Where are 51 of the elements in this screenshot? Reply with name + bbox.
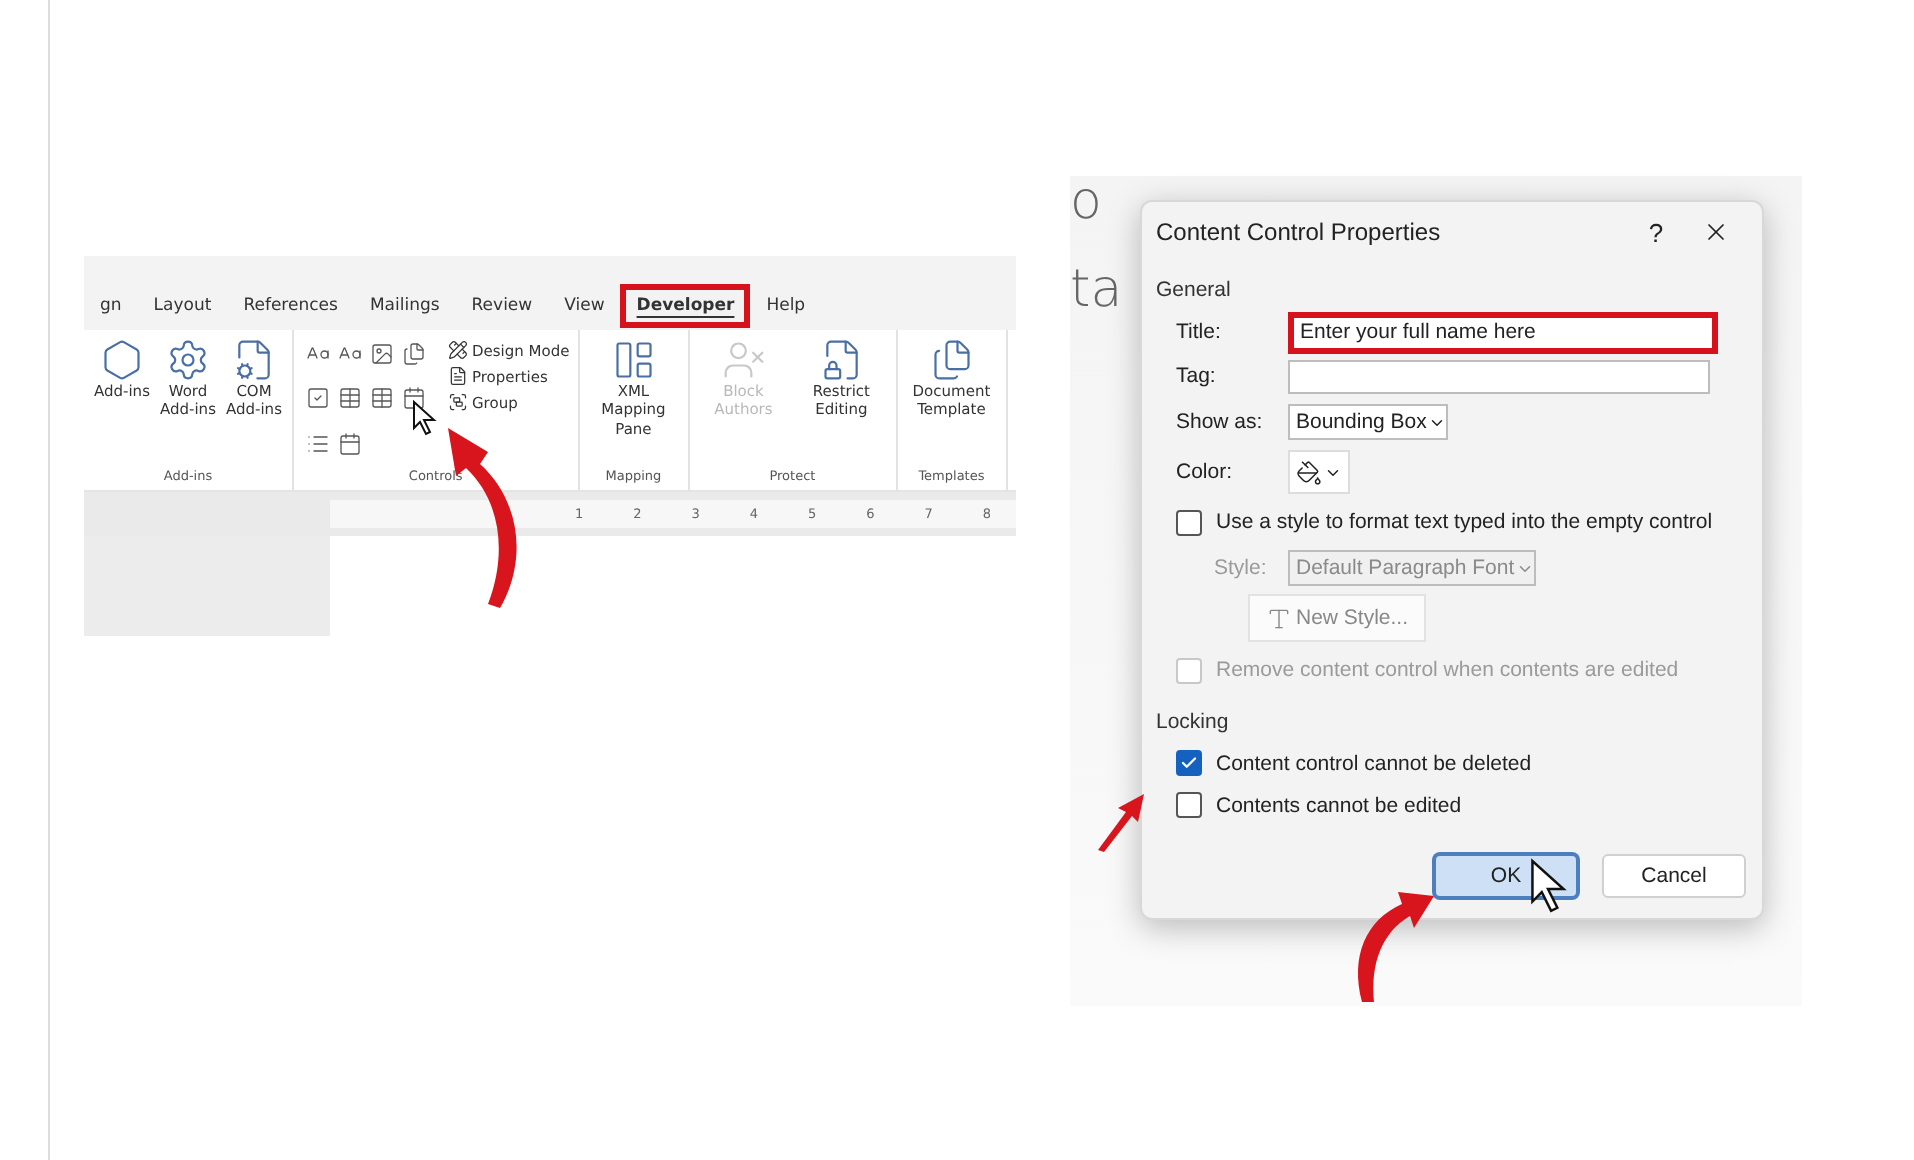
ribbon-tab[interactable]: Mailings — [353, 283, 456, 327]
field-label: Color: — [1176, 460, 1235, 484]
ribbon-tab[interactable]: Help — [750, 283, 822, 327]
ribbon-icon — [611, 338, 656, 382]
show-as-dropdown[interactable]: Bounding Box — [1288, 404, 1449, 440]
dialog-title: Content Control Properties — [1156, 218, 1443, 246]
section-heading: Locking — [1156, 710, 1231, 734]
dialog-button[interactable]: Cancel — [1602, 854, 1746, 898]
paint-bucket-icon — [1296, 459, 1322, 485]
field-label: Title: — [1176, 320, 1223, 344]
tag-field[interactable] — [1288, 359, 1710, 393]
ribbon-icon — [448, 340, 468, 360]
document-text: ta — [1070, 260, 1123, 320]
cursor-icon — [412, 400, 436, 436]
ribbon-icon — [929, 338, 974, 382]
text-style-icon — [1266, 605, 1292, 631]
ribbon-icon — [100, 338, 144, 382]
color-picker[interactable] — [1288, 450, 1350, 494]
field-label: Tag: — [1176, 364, 1218, 388]
checkbox-label: Use a style to format text typed into the empty control — [1216, 510, 1713, 534]
checkbox-label: Contents cannot be edited — [1216, 793, 1462, 817]
checkbox[interactable] — [1176, 750, 1202, 776]
control-icon[interactable] — [402, 386, 426, 411]
field-label: Show as: — [1176, 410, 1265, 434]
document-text: o — [1070, 172, 1102, 232]
section-heading: General — [1156, 278, 1233, 302]
checkbox[interactable] — [1176, 792, 1202, 818]
arrow-icon — [1094, 792, 1146, 852]
control-icon[interactable] — [402, 342, 426, 366]
ribbon-icon — [166, 338, 210, 382]
help-button[interactable]: ? — [1626, 217, 1686, 247]
ribbon-tab[interactable]: gn — [84, 283, 138, 327]
ribbon-icon — [448, 392, 468, 412]
checkbox[interactable] — [1176, 509, 1202, 535]
ribbon-icon — [721, 338, 766, 382]
ribbon-tab[interactable]: Developer — [620, 283, 751, 327]
ribbon-icon — [232, 338, 276, 382]
cursor-icon — [1528, 858, 1568, 914]
control-icon[interactable] — [370, 342, 394, 366]
check-icon — [1180, 754, 1198, 772]
checkbox-label: Remove content control when contents are edited — [1216, 658, 1679, 682]
ribbon-icon — [819, 338, 864, 382]
ribbon-tab[interactable]: Layout — [137, 283, 228, 327]
ribbon-tab[interactable]: View — [548, 283, 621, 327]
field-label: Style: — [1214, 556, 1269, 580]
ribbon-icon — [448, 366, 468, 386]
ribbon-tab[interactable]: Review — [455, 283, 549, 327]
close-icon — [1702, 218, 1730, 246]
ribbon-tab[interactable]: References — [227, 283, 354, 327]
checkbox-label: Content control cannot be deleted — [1216, 751, 1532, 775]
title-field[interactable]: Enter your full name here — [1288, 311, 1718, 353]
